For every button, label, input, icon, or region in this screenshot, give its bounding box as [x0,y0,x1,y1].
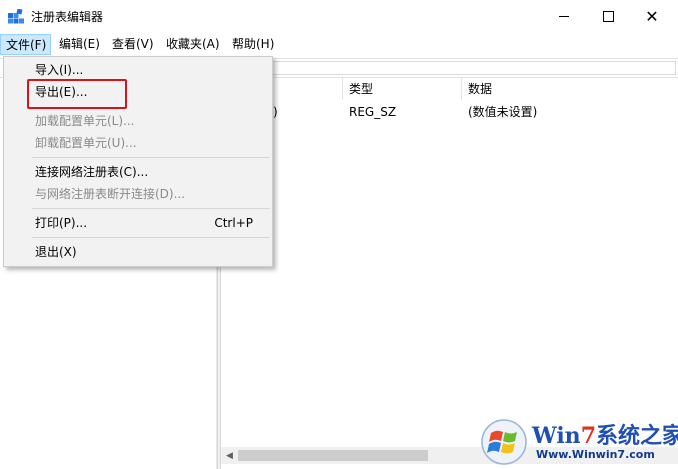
menu-item-disconnect-network-registry: 与网络注册表断开连接(D)... [4,183,272,205]
export-highlight-annotation [27,79,127,109]
menu-view[interactable]: 查看(V) [107,34,159,55]
maximize-button[interactable] [585,0,631,33]
menu-item-exit[interactable]: 退出(X) [4,241,272,263]
menu-edit[interactable]: 编辑(E) [54,34,105,55]
menu-item-unload-hive: 卸载配置单元(U)... [4,132,272,154]
menu-favorites[interactable]: 收藏夹(A) [161,34,225,55]
menu-help[interactable]: 帮助(H) [227,34,279,55]
value-type-cell[interactable]: REG_SZ [343,103,396,121]
menu-file[interactable]: 文件(F) [0,34,51,55]
menu-item-load-hive: 加载配置单元(L)... [4,110,272,132]
menu-item-label: 卸载配置单元(U)... [35,136,137,150]
menu-separator [32,157,270,158]
scroll-left-icon[interactable]: ◀ [221,447,238,464]
address-field[interactable] [270,61,676,75]
menu-item-import[interactable]: 导入(I)... [4,59,272,81]
minimize-icon [559,16,569,17]
menu-bar: 文件(F) 编辑(E) 查看(V) 收藏夹(A) 帮助(H) [0,34,678,55]
values-list-pane[interactable]: 类型 数据 ) REG_SZ (数值未设置) [221,78,678,469]
site-watermark: Win7系统之家 Www.Winwin7.com [480,412,678,469]
menu-item-shortcut: Ctrl+P [214,216,253,230]
menu-item-label: 打印(P)... [35,216,88,230]
minimize-button[interactable] [541,0,587,33]
menu-item-print[interactable]: 打印(P)... Ctrl+P [4,212,272,234]
column-header-type[interactable]: 类型 [343,78,461,100]
watermark-url: Www.Winwin7.com [536,448,655,461]
menu-item-label: 退出(X) [35,245,77,259]
close-button[interactable]: ✕ [629,0,675,33]
window-title: 注册表编辑器 [31,10,104,24]
column-header-data[interactable]: 数据 [462,78,662,100]
scrollbar-thumb[interactable] [238,450,428,461]
menu-item-label: 与网络注册表断开连接(D)... [35,187,186,201]
value-data-cell[interactable]: (数值未设置) [462,103,537,121]
title-bar: 注册表编辑器 ✕ [0,0,678,33]
menu-item-label: 导入(I)... [35,63,84,77]
watermark-title: Win7系统之家 [532,423,678,449]
close-icon: ✕ [645,6,659,26]
menu-separator [32,208,270,209]
menu-separator [32,237,270,238]
menu-item-label: 连接网络注册表(C)... [35,165,149,179]
menu-item-connect-network-registry[interactable]: 连接网络注册表(C)... [4,161,272,183]
maximize-icon [602,11,614,22]
registry-editor-icon [8,9,24,24]
menu-item-label: 加载配置单元(L)... [35,114,135,128]
windows-logo-icon [481,419,527,465]
